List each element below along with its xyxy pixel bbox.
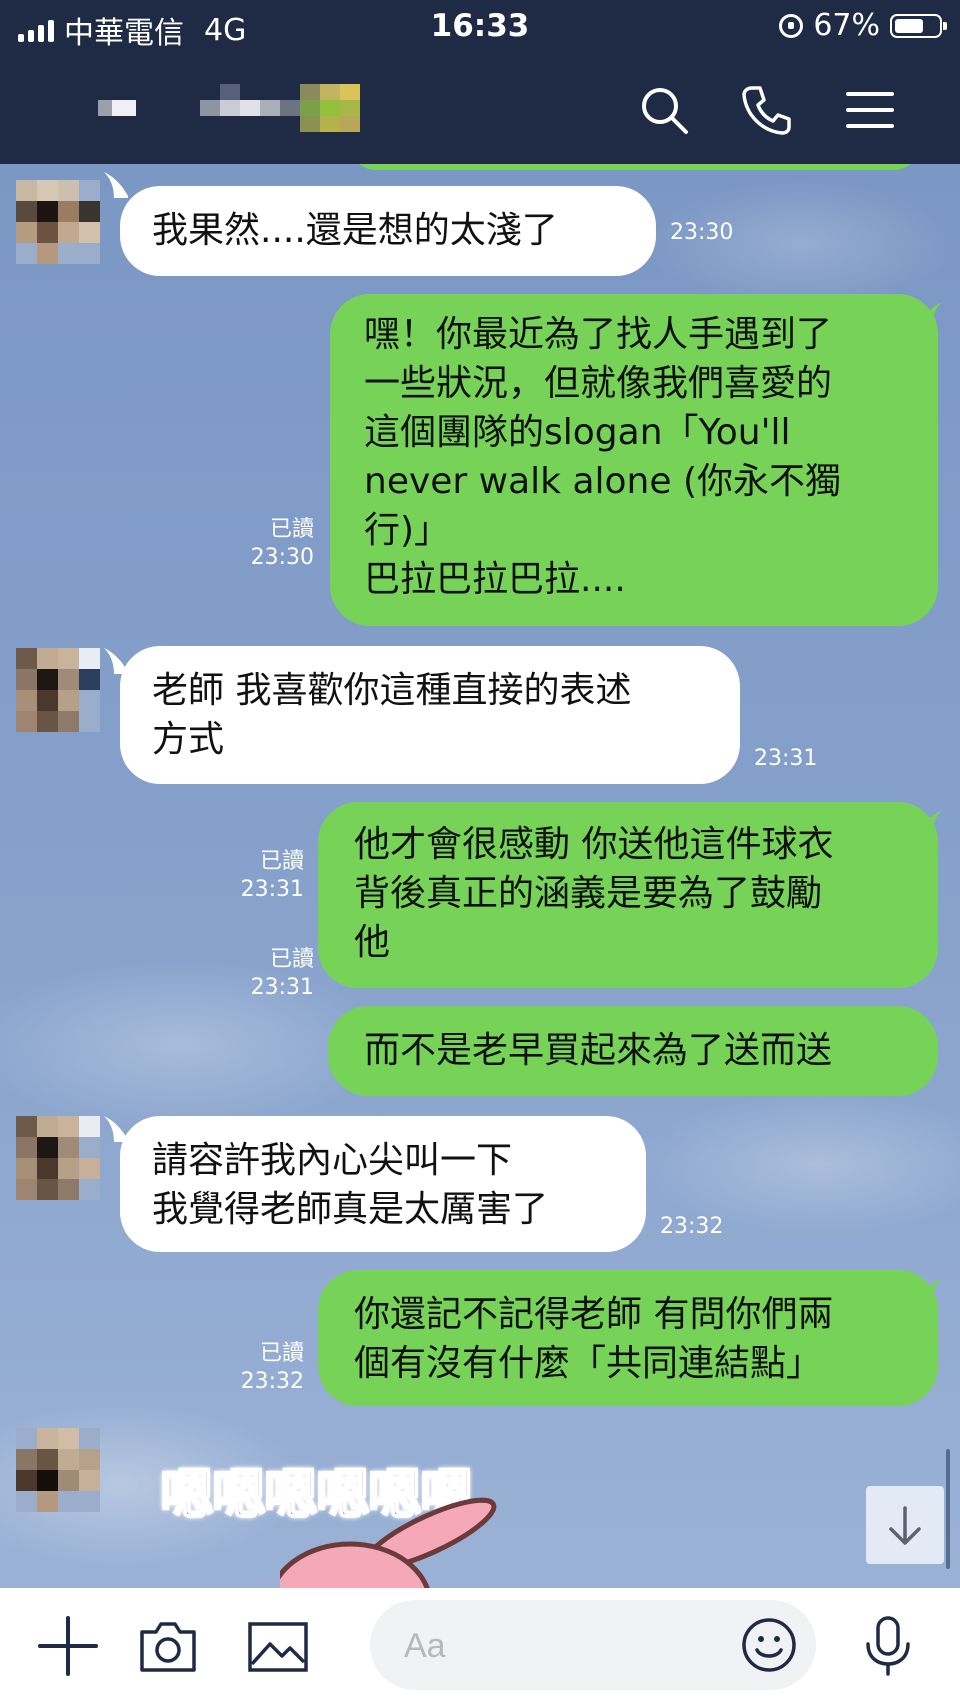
message-input-field[interactable] bbox=[370, 1600, 816, 1690]
message-time: 23:31 bbox=[754, 746, 818, 771]
search-icon[interactable] bbox=[636, 82, 692, 138]
message-time: 23:30 bbox=[670, 220, 734, 245]
message-bubble-outgoing[interactable]: 而不是老早買起來為了送而送 bbox=[328, 1006, 938, 1096]
contact-name-pixelated[interactable] bbox=[96, 74, 366, 154]
battery-fill bbox=[895, 18, 924, 33]
chat-area[interactable]: 我果然....還是想的太淺了 23:30 已讀 23:30 嘿！你最近為了找人手… bbox=[0, 164, 960, 1588]
menu-icon[interactable] bbox=[842, 82, 898, 138]
avatar[interactable] bbox=[16, 648, 100, 732]
message-time: 23:31 bbox=[240, 877, 304, 902]
plus-icon[interactable] bbox=[36, 1614, 100, 1678]
message-bubble-incoming[interactable]: 老師 我喜歡你這種直接的表述 方式 bbox=[120, 646, 740, 784]
scroll-to-bottom-button[interactable] bbox=[866, 1486, 944, 1564]
phone-icon[interactable] bbox=[738, 82, 794, 138]
battery-percent: 67% bbox=[813, 8, 880, 43]
message-meta: 已讀 23:30 bbox=[220, 516, 314, 572]
message-bubble-outgoing[interactable]: 他才會很感動 你送他這件球衣 背後真正的涵義是要為了鼓勵 他 bbox=[318, 802, 938, 988]
message-meta: 已讀 23:32 bbox=[210, 1340, 304, 1396]
message-bubble-outgoing[interactable]: 嘿！你最近為了找人手遇到了 一些狀況，但就像我們喜愛的 這個團隊的slogan「… bbox=[330, 294, 938, 626]
bubble-tail bbox=[104, 172, 128, 198]
bubble-tail bbox=[918, 302, 942, 328]
previous-message-edge bbox=[350, 164, 920, 170]
message-bubble-incoming[interactable]: 我果然....還是想的太淺了 bbox=[120, 186, 656, 276]
read-receipt: 已讀 bbox=[259, 849, 304, 874]
image-icon[interactable] bbox=[246, 1614, 310, 1678]
message-time: 23:32 bbox=[240, 1369, 304, 1394]
bubble-tail bbox=[918, 1278, 942, 1304]
bubble-tail bbox=[918, 810, 942, 836]
message-time: 23:32 bbox=[660, 1214, 724, 1239]
avatar[interactable] bbox=[16, 180, 100, 264]
avatar[interactable] bbox=[16, 1428, 100, 1512]
status-bar: 中華電信 4G 16:33 67% bbox=[0, 0, 960, 54]
rotation-lock-icon bbox=[779, 13, 804, 38]
battery-icon bbox=[890, 13, 947, 38]
avatar[interactable] bbox=[16, 1116, 100, 1200]
scrollbar[interactable] bbox=[946, 1449, 950, 1569]
read-receipt: 已讀 bbox=[269, 947, 314, 972]
read-receipt: 已讀 bbox=[269, 517, 314, 542]
status-right: 67% bbox=[779, 8, 947, 43]
camera-icon[interactable] bbox=[136, 1614, 200, 1678]
sticker-image[interactable] bbox=[280, 1494, 510, 1588]
emoji-icon[interactable] bbox=[740, 1616, 798, 1674]
message-time: 23:31 bbox=[250, 975, 314, 1000]
message-meta: 已讀 23:31 bbox=[210, 848, 304, 904]
message-meta: 已讀 23:31 bbox=[220, 946, 314, 1002]
microphone-icon[interactable] bbox=[856, 1614, 920, 1678]
arrow-down-icon bbox=[889, 1506, 921, 1545]
chat-header bbox=[0, 54, 960, 164]
message-bubble-outgoing[interactable]: 你還記不記得老師 有問你們兩 個有沒有什麼「共同連結點」 bbox=[318, 1270, 938, 1406]
message-time: 23:30 bbox=[250, 545, 314, 570]
message-bubble-incoming[interactable]: 請容許我內心尖叫一下 我覺得老師真是太厲害了 bbox=[120, 1116, 646, 1252]
read-receipt: 已讀 bbox=[259, 1341, 304, 1366]
message-input[interactable] bbox=[402, 1618, 726, 1674]
input-bar bbox=[0, 1588, 960, 1708]
